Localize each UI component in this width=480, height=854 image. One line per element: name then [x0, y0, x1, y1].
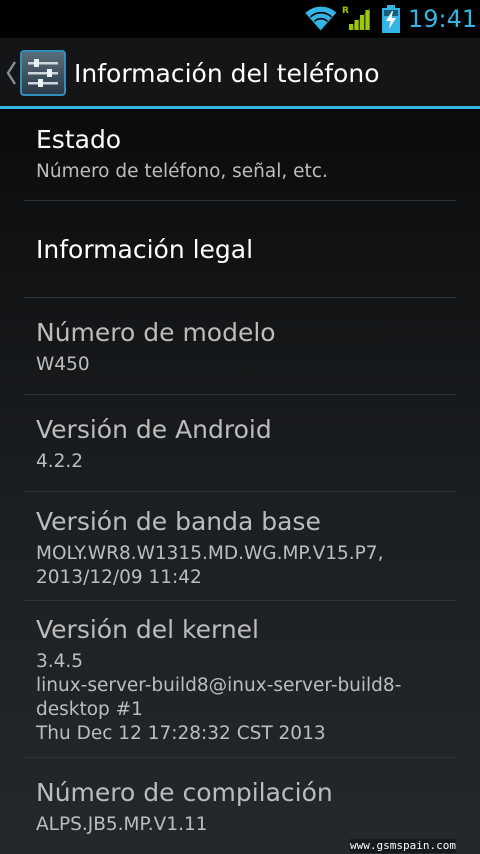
list-item-summary: 4.2.2 [36, 451, 84, 472]
battery-charging-icon [382, 5, 400, 33]
divider [24, 394, 456, 395]
signal-icon: R [342, 6, 370, 30]
roaming-indicator: R [342, 6, 349, 16]
list-item-summary: MOLY.WR8.W1315.MD.WG.MP.V15.P7, 2013/12/… [36, 543, 384, 588]
divider [24, 200, 456, 201]
list-item-summary: W450 [36, 354, 90, 375]
list-item-summary: 3.4.5 linux-server-build8@inux-server-bu… [36, 651, 402, 744]
status-bar: R 19:41 [0, 0, 480, 38]
divider [24, 600, 456, 601]
list-item-numero-de-modelo: Número de modelo W450 [24, 317, 456, 379]
list-item-title: Versión del kernel [36, 615, 259, 644]
list-item-title: Versión de Android [36, 415, 272, 444]
divider [24, 297, 456, 298]
divider [24, 757, 456, 758]
list-item-summary: ALPS.JB5.MP.V1.11 [36, 814, 208, 835]
list-item-version-del-kernel: Versión del kernel 3.4.5 linux-server-bu… [24, 614, 456, 748]
list-item-numero-de-compilacion[interactable]: Número de compilación ALPS.JB5.MP.V1.11 [24, 777, 456, 839]
list-item-title: Número de modelo [36, 318, 276, 347]
page-title: Información del teléfono [74, 59, 380, 88]
chevron-left-icon[interactable] [5, 58, 17, 88]
list-item-title: Versión de banda base [36, 507, 321, 536]
list-item-version-de-android[interactable]: Versión de Android 4.2.2 [24, 414, 456, 476]
list-item-informacion-legal[interactable]: Información legal [24, 234, 456, 270]
divider [24, 491, 456, 492]
settings-sliders-icon[interactable] [20, 50, 66, 96]
status-time: 19:41 [408, 5, 478, 33]
list-item-title: Número de compilación [36, 778, 333, 807]
list-item-title: Información legal [36, 235, 254, 264]
list-item-version-de-banda-base: Versión de banda base MOLY.WR8.W1315.MD.… [24, 506, 456, 592]
list-item-estado[interactable]: Estado Número de teléfono, señal, etc. [24, 124, 456, 186]
list-item-title: Estado [36, 125, 122, 154]
wifi-icon [305, 6, 337, 31]
watermark: www.gsmspain.com [350, 839, 456, 853]
list-item-summary: Número de teléfono, señal, etc. [36, 161, 328, 182]
